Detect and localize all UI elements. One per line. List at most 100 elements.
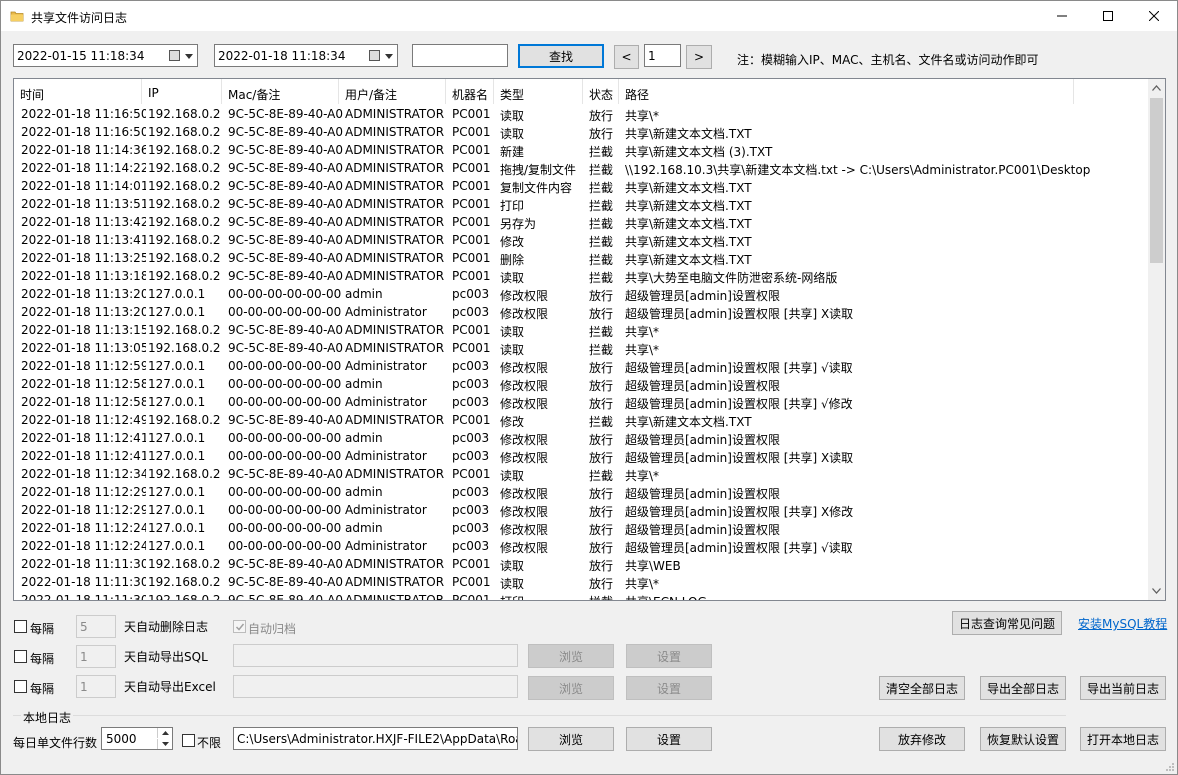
local-log-setup-button[interactable]: 设置 [626, 727, 712, 751]
table-row[interactable]: 2022-01-18 11:13:05 192.168.0.2 9C-5C-8E-8… [14, 339, 1148, 357]
column-header-type[interactable]: 类型 [494, 79, 583, 104]
table-row[interactable]: 2022-01-18 11:14:22 192.168.0.2 9C-5C-8E-8… [14, 159, 1148, 177]
cell-status: 拦截 [589, 199, 614, 213]
list-header: 时间 IP Mac/备注 用户/备注 机器名 类型 状态 路径 [14, 79, 1148, 104]
export-all-logs-button[interactable]: 导出全部日志 [980, 676, 1066, 700]
table-row[interactable]: 2022-01-18 11:12:49 192.168.0.2 9C-5C-8E-8… [14, 411, 1148, 429]
table-row[interactable]: 2022-01-18 11:12:34 192.168.0.2 9C-5C-8E-8… [14, 465, 1148, 483]
excel-path-input[interactable] [233, 675, 518, 698]
cell-path: 共享\ECN LOG [625, 593, 1125, 600]
cell-user: ADMINISTRATOR [345, 557, 445, 571]
cell-path: 共享\* [625, 325, 660, 339]
column-header-time[interactable]: 时间 [14, 79, 142, 104]
cell-user: admin [345, 521, 383, 535]
search-button[interactable]: 查找 [518, 44, 604, 68]
table-row[interactable]: 2022-01-18 11:12:29 127.0.0.1 00-00-00-00-… [14, 501, 1148, 519]
column-header-ip[interactable]: IP [142, 79, 222, 104]
table-row[interactable]: 2022-01-18 11:11:30 192.168.0.2 9C-5C-8E-8… [14, 555, 1148, 573]
end-date-picker[interactable]: 2022-01-18 11:18:34 [214, 44, 398, 67]
unlimited-checkbox[interactable] [182, 734, 195, 747]
cell-time: 2022-01-18 11:12:24 [21, 521, 146, 535]
local-log-browse-button[interactable]: 浏览 [528, 727, 614, 751]
sql-days-input[interactable]: 1 [76, 645, 116, 668]
auto-delete-checkbox[interactable] [14, 620, 27, 633]
table-row[interactable]: 2022-01-18 11:13:42 192.168.0.2 9C-5C-8E-8… [14, 213, 1148, 231]
next-page-button[interactable]: > [686, 45, 712, 69]
table-row[interactable]: 2022-01-18 11:11:30 192.168.0.2 9C-5C-8E-8… [14, 591, 1148, 600]
column-header-user[interactable]: 用户/备注 [339, 79, 446, 104]
local-log-path-input[interactable]: C:\Users\Administrator.HXJF-FILE2\AppDat… [233, 727, 518, 750]
faq-button[interactable]: 日志查询常见问题 [952, 611, 1062, 635]
auto-export-excel-checkbox[interactable] [14, 680, 27, 693]
start-date-picker[interactable]: 2022-01-15 11:18:34 [13, 44, 198, 67]
table-row[interactable]: 2022-01-18 11:13:15 192.168.0.2 9C-5C-8E-8… [14, 321, 1148, 339]
discard-changes-button[interactable]: 放弃修改 [879, 727, 965, 751]
prev-page-button[interactable]: < [614, 45, 639, 69]
table-row[interactable]: 2022-01-18 11:12:41 127.0.0.1 00-00-00-00-… [14, 429, 1148, 447]
export-current-logs-button[interactable]: 导出当前日志 [1080, 676, 1166, 700]
column-header-status[interactable]: 状态 [583, 79, 619, 104]
spin-down-button[interactable] [157, 739, 172, 749]
excel-setup-button[interactable]: 设置 [626, 676, 712, 700]
table-row[interactable]: 2022-01-18 11:13:51 192.168.0.2 9C-5C-8E-8… [14, 195, 1148, 213]
cell-path: 超级管理员[admin]设置权限 [625, 289, 780, 303]
table-row[interactable]: 2022-01-18 11:12:29 127.0.0.1 00-00-00-00-… [14, 483, 1148, 501]
page-number-input[interactable]: 1 [644, 44, 681, 67]
table-row[interactable]: 2022-01-18 11:12:24 127.0.0.1 00-00-00-00-… [14, 537, 1148, 555]
cell-type: 修改权限 [500, 433, 549, 447]
column-header-machine[interactable]: 机器名 [446, 79, 494, 104]
resize-grip-icon[interactable] [1165, 762, 1175, 772]
chevron-up-icon [161, 731, 169, 735]
table-row[interactable]: 2022-01-18 11:12:24 127.0.0.1 00-00-00-00-… [14, 519, 1148, 537]
table-row[interactable]: 2022-01-18 11:13:20 127.0.0.1 00-00-00-00-… [14, 285, 1148, 303]
cell-mac: 9C-5C-8E-89-40-A0 [228, 215, 343, 229]
cell-path: 共享\* [625, 343, 660, 357]
chevron-down-icon[interactable] [1152, 588, 1161, 594]
close-button[interactable] [1131, 1, 1177, 31]
log-list[interactable]: 时间 IP Mac/备注 用户/备注 机器名 类型 状态 路径 2022-01-… [13, 78, 1166, 601]
sql-browse-button[interactable]: 浏览 [528, 644, 614, 668]
maximize-button[interactable] [1085, 1, 1131, 31]
cell-user: ADMINISTRATOR [345, 251, 445, 265]
vertical-scrollbar[interactable] [1148, 79, 1165, 600]
sql-setup-button[interactable]: 设置 [626, 644, 712, 668]
spin-up-button[interactable] [157, 728, 172, 738]
delete-days-input[interactable]: 5 [76, 615, 116, 638]
clear-all-logs-button[interactable]: 清空全部日志 [879, 676, 965, 700]
table-row[interactable]: 2022-01-18 11:12:41 127.0.0.1 00-00-00-00-… [14, 447, 1148, 465]
table-row[interactable]: 2022-01-18 11:16:50 192.168.0.2 9C-5C-8E-8… [14, 105, 1148, 123]
table-row[interactable]: 2022-01-18 11:14:01 192.168.0.2 9C-5C-8E-8… [14, 177, 1148, 195]
open-local-log-button[interactable]: 打开本地日志 [1080, 727, 1166, 751]
table-row[interactable]: 2022-01-18 11:12:58 127.0.0.1 00-00-00-00-… [14, 393, 1148, 411]
scrollbar-thumb[interactable] [1150, 98, 1163, 263]
sql-path-input[interactable] [233, 644, 518, 667]
table-row[interactable]: 2022-01-18 11:13:41 192.168.0.2 9C-5C-8E-8… [14, 231, 1148, 249]
minimize-button[interactable] [1039, 1, 1085, 31]
main-window: 共享文件访问日志 2022-01-15 11:18:34 2022-01-18 … [0, 0, 1178, 775]
cell-mac: 00-00-00-00-00-00 [228, 305, 342, 319]
cell-machine: pc003 [452, 521, 490, 535]
auto-archive-checkbox[interactable] [233, 620, 246, 633]
table-row[interactable]: 2022-01-18 11:13:20 127.0.0.1 00-00-00-00-… [14, 303, 1148, 321]
table-row[interactable]: 2022-01-18 11:11:30 192.168.0.2 9C-5C-8E-8… [14, 573, 1148, 591]
table-row[interactable]: 2022-01-18 11:13:25 192.168.0.2 9C-5C-8E-8… [14, 249, 1148, 267]
table-row[interactable]: 2022-01-18 11:16:50 192.168.0.2 9C-5C-8E-8… [14, 123, 1148, 141]
cell-ip: 192.168.0.2 [148, 233, 221, 247]
cell-ip: 127.0.0.1 [148, 287, 206, 301]
cell-status: 放行 [589, 523, 614, 537]
table-row[interactable]: 2022-01-18 11:12:58 127.0.0.1 00-00-00-00-… [14, 375, 1148, 393]
table-row[interactable]: 2022-01-18 11:14:36 192.168.0.2 9C-5C-8E-8… [14, 141, 1148, 159]
table-row[interactable]: 2022-01-18 11:13:18 192.168.0.2 9C-5C-8E-8… [14, 267, 1148, 285]
chevron-up-icon[interactable] [1152, 85, 1161, 91]
excel-browse-button[interactable]: 浏览 [528, 676, 614, 700]
cell-time: 2022-01-18 11:14:36 [21, 143, 146, 157]
restore-defaults-button[interactable]: 恢复默认设置 [980, 727, 1066, 751]
excel-days-input[interactable]: 1 [76, 675, 116, 698]
column-header-path[interactable]: 路径 [619, 79, 1074, 104]
column-header-mac[interactable]: Mac/备注 [222, 79, 339, 104]
search-input[interactable] [412, 44, 508, 67]
auto-export-sql-checkbox[interactable] [14, 650, 27, 663]
lines-per-file-spinner[interactable]: 5000 [101, 727, 173, 750]
table-row[interactable]: 2022-01-18 11:12:59 127.0.0.1 00-00-00-00-… [14, 357, 1148, 375]
mysql-tutorial-link[interactable]: 安装MySQL教程 [1078, 615, 1167, 632]
